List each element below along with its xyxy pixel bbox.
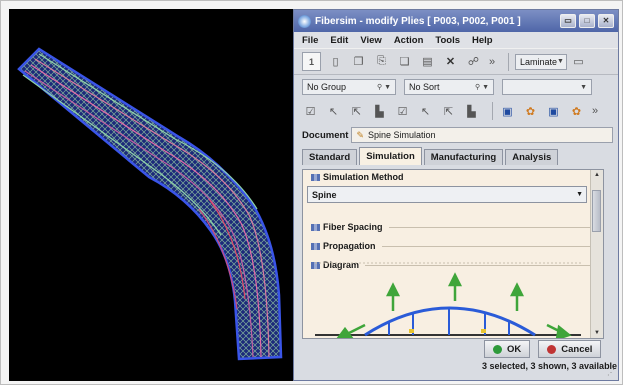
toolbar-separator xyxy=(508,52,509,71)
properties-icon[interactable]: ▤ xyxy=(419,53,436,70)
menu-help[interactable]: Help xyxy=(472,35,493,46)
laminate-label: Laminate xyxy=(520,56,558,67)
icon-toolbar: ☑ ↖ ⇱ ▙ ☑ ↖ ⇱ ▙ ▣ ✿ ▣ ✿ » xyxy=(294,99,618,123)
close-button[interactable]: ✕ xyxy=(598,14,614,28)
sort-label: No Sort xyxy=(409,82,440,92)
ok-indicator-icon xyxy=(493,344,502,354)
chevron-down-icon: ⚲ ▼ xyxy=(377,84,391,91)
main-toolbar: 1 ▯ ❐ ⎘ ❏ ▤ ✕ ☍ » Laminate ▼ ▭ xyxy=(294,48,618,75)
dialog-title: Fibersim - modify Plies [ P003, P002, P0… xyxy=(315,15,521,27)
toolbar-overflow[interactable]: » xyxy=(591,103,599,120)
document-row: Document ✎ Spine Simulation xyxy=(294,123,618,147)
maximize-button[interactable]: □ xyxy=(579,14,595,28)
tab-bar: Standard Simulation Manufacturing Analys… xyxy=(294,147,618,165)
scroll-down-icon[interactable]: ▼ xyxy=(591,328,603,338)
propagation-diagram xyxy=(315,262,581,338)
fibersim-app-icon xyxy=(298,14,311,28)
cad-viewport[interactable] xyxy=(9,9,293,381)
checkbox-icon[interactable]: ☑ xyxy=(394,103,411,120)
ply-geometry xyxy=(17,47,283,361)
cancel-button[interactable]: Cancel xyxy=(538,340,602,358)
section-icon xyxy=(311,242,320,250)
filter-row: No Group ⚲ ▼ No Sort ⚲ ▼ ▼ xyxy=(294,75,618,99)
ok-label: OK xyxy=(507,343,522,355)
section-icon xyxy=(311,173,320,181)
group-filter-label: No Group xyxy=(307,82,347,92)
propagation-header: Propagation xyxy=(323,241,376,251)
checkbox-icon[interactable]: ☑ xyxy=(302,103,319,120)
resize-grip-icon[interactable]: ⋰ xyxy=(607,368,615,377)
chevron-down-icon: ▼ xyxy=(580,83,587,91)
color-grid-icon[interactable]: ▣ xyxy=(499,103,516,120)
scroll-up-icon[interactable]: ▲ xyxy=(591,170,603,180)
cancel-label: Cancel xyxy=(561,343,593,355)
dialog-titlebar[interactable]: Fibersim - modify Plies [ P003, P002, P0… xyxy=(294,10,618,32)
simulation-method-dropdown[interactable]: Spine ▼ xyxy=(307,186,587,203)
laminate-dropdown[interactable]: Laminate ▼ xyxy=(515,53,567,70)
fiber-spacing-section[interactable]: Fiber Spacing xyxy=(303,219,603,235)
group-filter-dropdown[interactable]: No Group ⚲ ▼ xyxy=(302,79,396,95)
toolbar-overflow[interactable]: » xyxy=(488,53,496,70)
chevron-down-icon: ▼ xyxy=(557,58,564,65)
menu-file[interactable]: File xyxy=(302,35,318,46)
ok-button[interactable]: OK xyxy=(484,340,531,358)
sort-dropdown[interactable]: No Sort ⚲ ▼ xyxy=(404,79,494,95)
select-icon[interactable]: ⇱ xyxy=(348,103,365,120)
layer-icon[interactable]: ▙ xyxy=(371,103,388,120)
copy-icon[interactable]: ❐ xyxy=(350,53,367,70)
cancel-indicator-icon xyxy=(547,344,557,354)
new-document-icon[interactable]: ▯ xyxy=(327,53,344,70)
palette-icon[interactable]: ✿ xyxy=(522,103,539,120)
tab-manufacturing[interactable]: Manufacturing xyxy=(423,149,504,165)
menu-tools[interactable]: Tools xyxy=(435,35,460,46)
status-bar: 3 selected, 3 shown, 3 available xyxy=(482,361,618,371)
fiber-spacing-header: Fiber Spacing xyxy=(323,222,383,232)
select-icon[interactable]: ⇱ xyxy=(440,103,457,120)
paste-icon[interactable]: ⎘ xyxy=(373,53,390,70)
menu-action[interactable]: Action xyxy=(394,35,424,46)
panel-icon[interactable]: ▭ xyxy=(570,53,587,70)
toolbar-separator xyxy=(492,102,493,120)
tab-standard[interactable]: Standard xyxy=(302,149,358,165)
section-divider xyxy=(388,226,597,228)
scroll-thumb[interactable] xyxy=(592,190,601,232)
propagation-section[interactable]: Propagation xyxy=(303,238,603,254)
screenshot-frame: Fibersim - modify Plies [ P003, P002, P0… xyxy=(0,0,623,385)
pointer-icon[interactable]: ↖ xyxy=(325,103,342,120)
simulation-method-value: Spine xyxy=(312,189,337,200)
panel-scrollbar[interactable]: ▲ ▼ xyxy=(590,170,603,338)
chevron-down-icon: ⚲ ▼ xyxy=(475,84,489,91)
delete-icon[interactable]: ✕ xyxy=(442,53,459,70)
pencil-icon: ✎ xyxy=(356,129,364,140)
pointer-icon[interactable]: ↖ xyxy=(417,103,434,120)
simulation-method-section[interactable]: Simulation Method xyxy=(303,170,603,184)
document-value: Spine Simulation xyxy=(368,130,436,140)
tab-analysis[interactable]: Analysis xyxy=(505,149,559,165)
simulation-panel: Simulation Method Spine ▼ Fiber Spacing … xyxy=(302,169,604,339)
menu-view[interactable]: View xyxy=(360,35,381,46)
layer-icon[interactable]: ▙ xyxy=(463,103,480,120)
color-grid-icon[interactable]: ▣ xyxy=(545,103,562,120)
tab-simulation[interactable]: Simulation xyxy=(359,147,422,165)
palette-icon[interactable]: ✿ xyxy=(568,103,585,120)
simulation-method-header: Simulation Method xyxy=(323,172,404,182)
link-icon[interactable]: ☍ xyxy=(465,53,482,70)
third-filter-dropdown[interactable]: ▼ xyxy=(502,79,592,95)
modify-plies-dialog: Fibersim - modify Plies [ P003, P002, P0… xyxy=(293,9,619,381)
menu-edit[interactable]: Edit xyxy=(330,35,348,46)
dialog-buttons: OK Cancel xyxy=(484,340,609,358)
section-icon xyxy=(311,223,320,231)
ply-count-button[interactable]: 1 xyxy=(302,52,321,71)
minimize-button[interactable]: ▭ xyxy=(560,14,576,28)
document-label: Document xyxy=(302,129,349,141)
document-field[interactable]: ✎ Spine Simulation xyxy=(351,127,614,143)
chevron-down-icon: ▼ xyxy=(576,191,583,198)
section-divider xyxy=(381,245,597,247)
menu-bar: File Edit View Action Tools Help xyxy=(294,32,618,48)
duplicate-icon[interactable]: ❏ xyxy=(396,53,413,70)
